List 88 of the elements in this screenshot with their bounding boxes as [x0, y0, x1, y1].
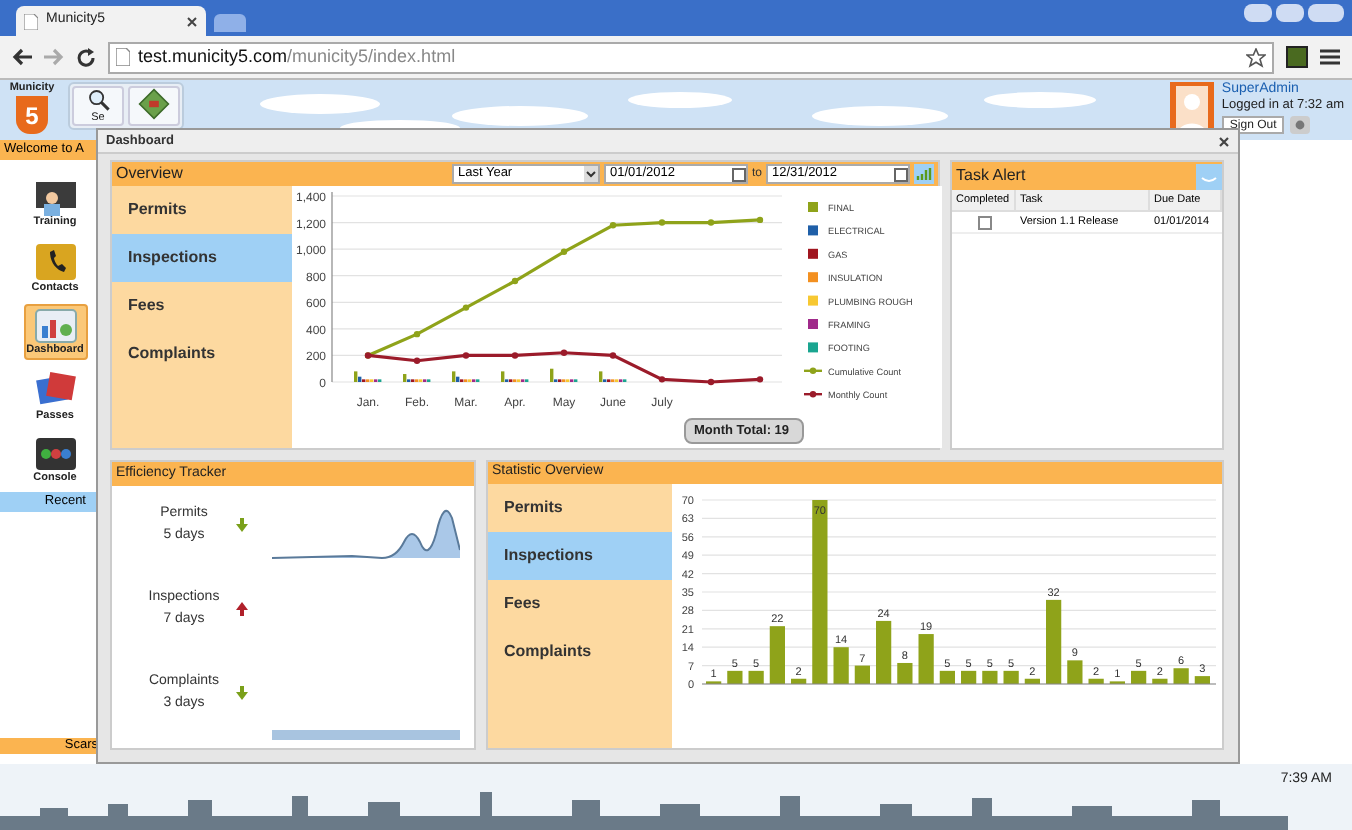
- up-arrow-icon: [236, 601, 248, 615]
- tickets-icon: [33, 369, 77, 409]
- menu-item[interactable]: Complaints: [488, 628, 672, 676]
- menu-item[interactable]: Fees: [112, 282, 292, 330]
- legend-swatch: [808, 202, 818, 212]
- extension-icon[interactable]: [1286, 46, 1308, 68]
- data-point: [658, 219, 666, 226]
- menu-item[interactable]: Fees: [488, 580, 672, 628]
- settings-icon[interactable]: [1290, 116, 1311, 134]
- bar: [1152, 678, 1168, 684]
- panel-title: Task Alert: [956, 164, 1028, 188]
- data-point: [560, 349, 568, 356]
- magnifier-icon: [85, 88, 111, 112]
- data-point: [511, 277, 519, 285]
- data-point: [707, 378, 715, 386]
- calendar-icon[interactable]: [731, 167, 746, 181]
- legend-swatch: [808, 248, 818, 259]
- url-text: test.municity5.com/municity5/index.html: [138, 43, 458, 70]
- legend-swatch: [808, 225, 818, 236]
- data-point: [609, 222, 617, 229]
- bar: [1067, 660, 1083, 684]
- data-point: [609, 352, 617, 359]
- close-window-button[interactable]: [1308, 4, 1344, 22]
- legend-swatch: [808, 272, 818, 283]
- calendar-icon[interactable]: [894, 167, 908, 181]
- bar: [897, 662, 913, 684]
- bar: [1046, 599, 1062, 684]
- bar: [1194, 676, 1210, 684]
- legend-line-icon: [804, 391, 822, 398]
- legend-swatch: [808, 319, 818, 329]
- data-point: [462, 304, 470, 311]
- map-icon: [138, 88, 170, 120]
- bar: [769, 626, 785, 684]
- bar: [876, 620, 892, 684]
- teacher-board-icon: [33, 179, 77, 215]
- down-arrow-icon: [236, 517, 248, 531]
- page-icon: [116, 48, 130, 66]
- bar: [1003, 670, 1019, 684]
- minimize-button[interactable]: [1244, 4, 1272, 22]
- menu-item[interactable]: Complaints: [112, 330, 292, 378]
- new-tab-button[interactable]: [214, 14, 246, 32]
- charts-icon: [33, 307, 77, 343]
- menu-item[interactable]: Inspections: [488, 532, 672, 580]
- bar: [1088, 678, 1104, 684]
- back-icon[interactable]: [12, 48, 32, 66]
- bar: [833, 647, 849, 684]
- down-arrow-icon: [236, 685, 248, 699]
- data-point: [413, 330, 421, 338]
- data-point: [707, 219, 715, 226]
- caret-icon: [583, 166, 598, 182]
- close-icon[interactable]: [1218, 135, 1230, 147]
- legend-swatch: [808, 295, 818, 306]
- bar: [961, 670, 977, 684]
- checkbox[interactable]: [977, 215, 991, 229]
- toolbar-button[interactable]: [128, 86, 180, 126]
- logo-badge: 5: [16, 96, 48, 134]
- bar: [1024, 678, 1040, 684]
- legend-swatch: [808, 342, 818, 353]
- bar: [748, 670, 764, 684]
- data-point: [560, 248, 568, 255]
- legend-line-icon: [804, 367, 822, 374]
- menu-item[interactable]: Permits: [112, 186, 292, 234]
- reload-icon[interactable]: [76, 47, 96, 67]
- phone-book-icon: [33, 241, 77, 281]
- data-point: [756, 376, 764, 383]
- bar: [727, 670, 743, 684]
- address-field[interactable]: test.municity5.com/municity5/index.html: [108, 41, 1274, 73]
- data-point: [658, 376, 666, 383]
- data-point: [511, 352, 519, 359]
- maximize-button[interactable]: [1276, 4, 1304, 22]
- star-icon[interactable]: [1246, 47, 1266, 67]
- page-icon: [24, 13, 38, 29]
- menu-icon[interactable]: [1320, 48, 1340, 66]
- bar: [982, 670, 998, 684]
- control-panel-icon: [33, 435, 77, 471]
- bar: [1173, 668, 1189, 684]
- bar: [791, 678, 807, 684]
- panel-title: Overview: [116, 162, 185, 186]
- forward-icon[interactable]: [44, 48, 64, 66]
- data-point: [413, 357, 421, 364]
- data-point: [756, 216, 764, 224]
- data-point: [462, 352, 470, 359]
- bar: [1131, 670, 1147, 684]
- close-icon[interactable]: [186, 15, 198, 27]
- menu-item[interactable]: Permits: [488, 484, 672, 532]
- menu-item[interactable]: Inspections: [112, 234, 292, 282]
- bar: [918, 634, 934, 684]
- bar: [939, 670, 955, 684]
